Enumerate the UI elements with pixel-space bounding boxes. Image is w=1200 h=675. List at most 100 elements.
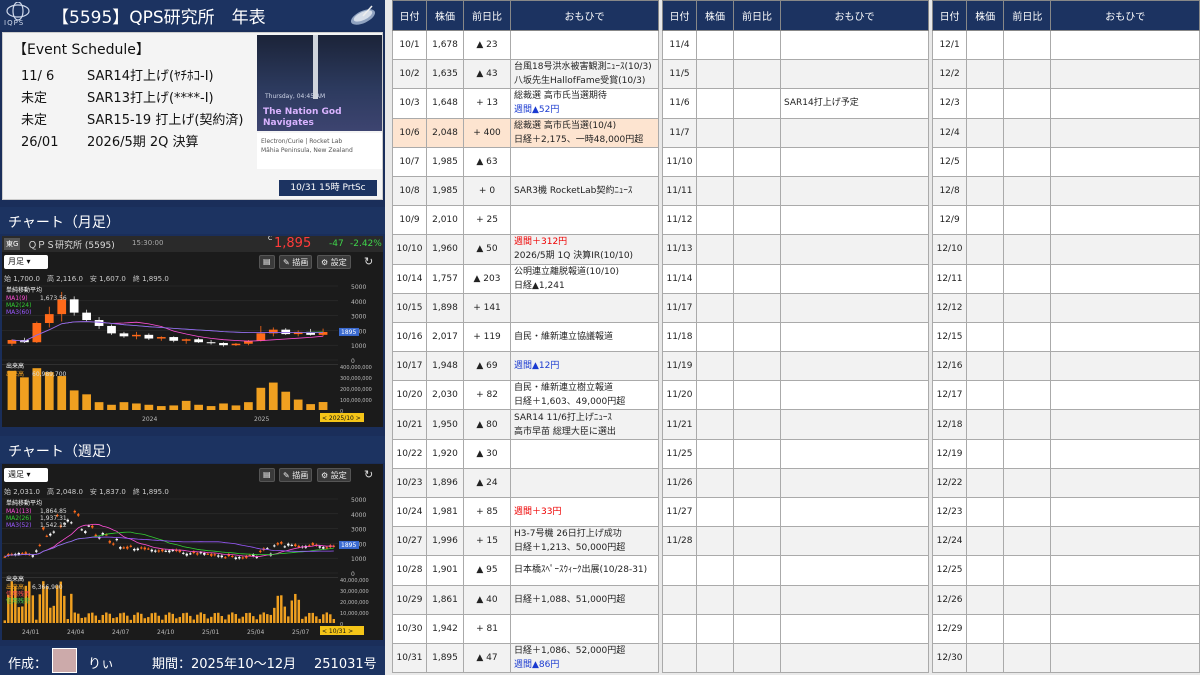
table-row: 11/13 (662, 234, 929, 265)
candle-body (210, 554, 213, 556)
column-header: 日付 (662, 0, 697, 31)
price-cell (696, 380, 734, 411)
page-title: 【5595】QPS研究所 年表 (52, 8, 266, 28)
change-cell (1003, 146, 1052, 177)
period-select[interactable]: 月足 ▾ (4, 255, 48, 269)
memo-cell (1050, 88, 1200, 119)
y-tick-label: 3000 (351, 314, 366, 321)
volume-bar (31, 595, 35, 623)
candle-body (290, 544, 294, 546)
price-cell: 1,898 (426, 292, 464, 323)
october-table: 日付 株価 前日比 おもひで 10/1 1,678 ▲ 23 10/2 1,635 ▲ 43 台風1… (392, 0, 659, 674)
date-cell: 11/18 (662, 321, 697, 353)
volume-bar (290, 600, 294, 623)
volume-bar (238, 618, 241, 623)
settings-button[interactable]: ⚙ 設定 (317, 468, 351, 482)
event-schedule-title: 【Event Schedule】 (13, 42, 150, 58)
candle-body (178, 550, 182, 552)
table-row: 12/24 (931, 526, 1200, 557)
memo-line: SAR14 11/6打上げﾆｭｰｽ (514, 412, 612, 423)
table-row: 12/1 (931, 29, 1200, 61)
price-cell: 1,942 (426, 613, 464, 644)
x-tick-label: 24/01 (22, 629, 39, 636)
change-cell (733, 175, 781, 207)
y-tick-label: 4000 (351, 512, 366, 519)
memo-cell (780, 59, 929, 90)
volume-bar (227, 614, 231, 623)
date-cell: 10/1 (392, 29, 427, 61)
volume-bar (325, 612, 329, 623)
refresh-icon[interactable]: ↻ (364, 255, 373, 268)
column-header: 日付 (392, 0, 427, 31)
candle-body (161, 549, 164, 552)
draw-button[interactable]: ✎ 描画 (279, 255, 313, 269)
price-cell (966, 175, 1005, 207)
volume-bar (66, 619, 70, 623)
x-tick-label: 2024 (142, 416, 157, 423)
date-cell: 12/1 (931, 29, 968, 61)
price-cell (696, 263, 734, 294)
change-cell (1003, 496, 1052, 528)
table-row: 10/6 2,048 + 400 総裁選 高市氏当選(10/4) 日経＋2,175、一時… (392, 117, 659, 148)
change-cell: ▲ 203 (463, 263, 511, 294)
table-row: 10/9 2,010 + 25 (392, 205, 659, 236)
date-cell: 10/8 (392, 175, 427, 207)
change-cell (733, 29, 781, 61)
volume-bar (98, 619, 101, 623)
memo-cell (780, 29, 929, 61)
chart-header-bar: 東G ＱＰＳ研究所 (5595) 15:30:00 C 1,895 -47 -2… (2, 236, 383, 252)
date-cell: 11/21 (662, 409, 697, 440)
volume-bar (126, 615, 129, 623)
y-tick-label: 0 (351, 358, 355, 365)
price-cell: 2,030 (426, 380, 464, 411)
volume-bar (101, 614, 105, 623)
memo-line: H3-7号機 26日打上げ成功 (514, 529, 622, 540)
layout-icon[interactable]: ▤ (259, 255, 275, 269)
event-date: 26/01 (21, 135, 59, 150)
refresh-icon[interactable]: ↻ (364, 468, 373, 481)
date-cell: 12/8 (931, 175, 968, 207)
volume-bar (119, 402, 129, 410)
volume-bar (304, 616, 308, 623)
candle-body (84, 531, 87, 533)
memo-line: 台風18号洪水被害観測ﾆｭｰｽ(10/3) (514, 62, 652, 73)
candle-body (87, 525, 91, 527)
candle-body (231, 343, 241, 346)
memo-cell (1050, 496, 1200, 528)
date-cell: 11/19 (662, 351, 697, 382)
change-cell (733, 146, 781, 177)
date-cell: 11/20 (662, 380, 697, 411)
memo-cell (1050, 292, 1200, 323)
volume-bar (164, 614, 168, 623)
change-cell (733, 438, 781, 469)
candle-body (169, 337, 179, 341)
volume-bar (206, 618, 210, 623)
table-row: 10/30 1,942 + 81 (392, 613, 659, 644)
period-select[interactable]: 週足 ▾ (4, 468, 48, 482)
event-date: 11/ 6 (21, 69, 55, 84)
volume-bar (206, 406, 216, 410)
candle-body (256, 333, 266, 341)
date-cell: 11/5 (662, 59, 697, 90)
draw-button[interactable]: ✎ 描画 (279, 468, 313, 482)
candle-body (297, 545, 301, 548)
settings-button[interactable]: ⚙ 設定 (317, 255, 351, 269)
price-cell (966, 263, 1005, 294)
volume-bar (245, 613, 248, 623)
x-tick-label: 25/07 (292, 629, 309, 636)
last-price: 1,895 (274, 236, 312, 251)
divider (2, 364, 338, 365)
event-item: 未定 SAR13打上げ(****-Ⅰ) (21, 87, 214, 106)
memo-cell (780, 292, 929, 323)
change-cell (733, 234, 781, 265)
memo-cell (1050, 321, 1200, 353)
x-tick-label: 24/10 (157, 629, 174, 636)
table-row: 12/18 (931, 409, 1200, 440)
layout-icon[interactable]: ▤ (259, 468, 275, 482)
candle-body (98, 537, 101, 539)
candle-body (157, 550, 161, 552)
change-cell (733, 59, 781, 90)
memo-cell (780, 146, 929, 177)
change-cell (1003, 584, 1052, 615)
change-cell (1003, 380, 1052, 411)
